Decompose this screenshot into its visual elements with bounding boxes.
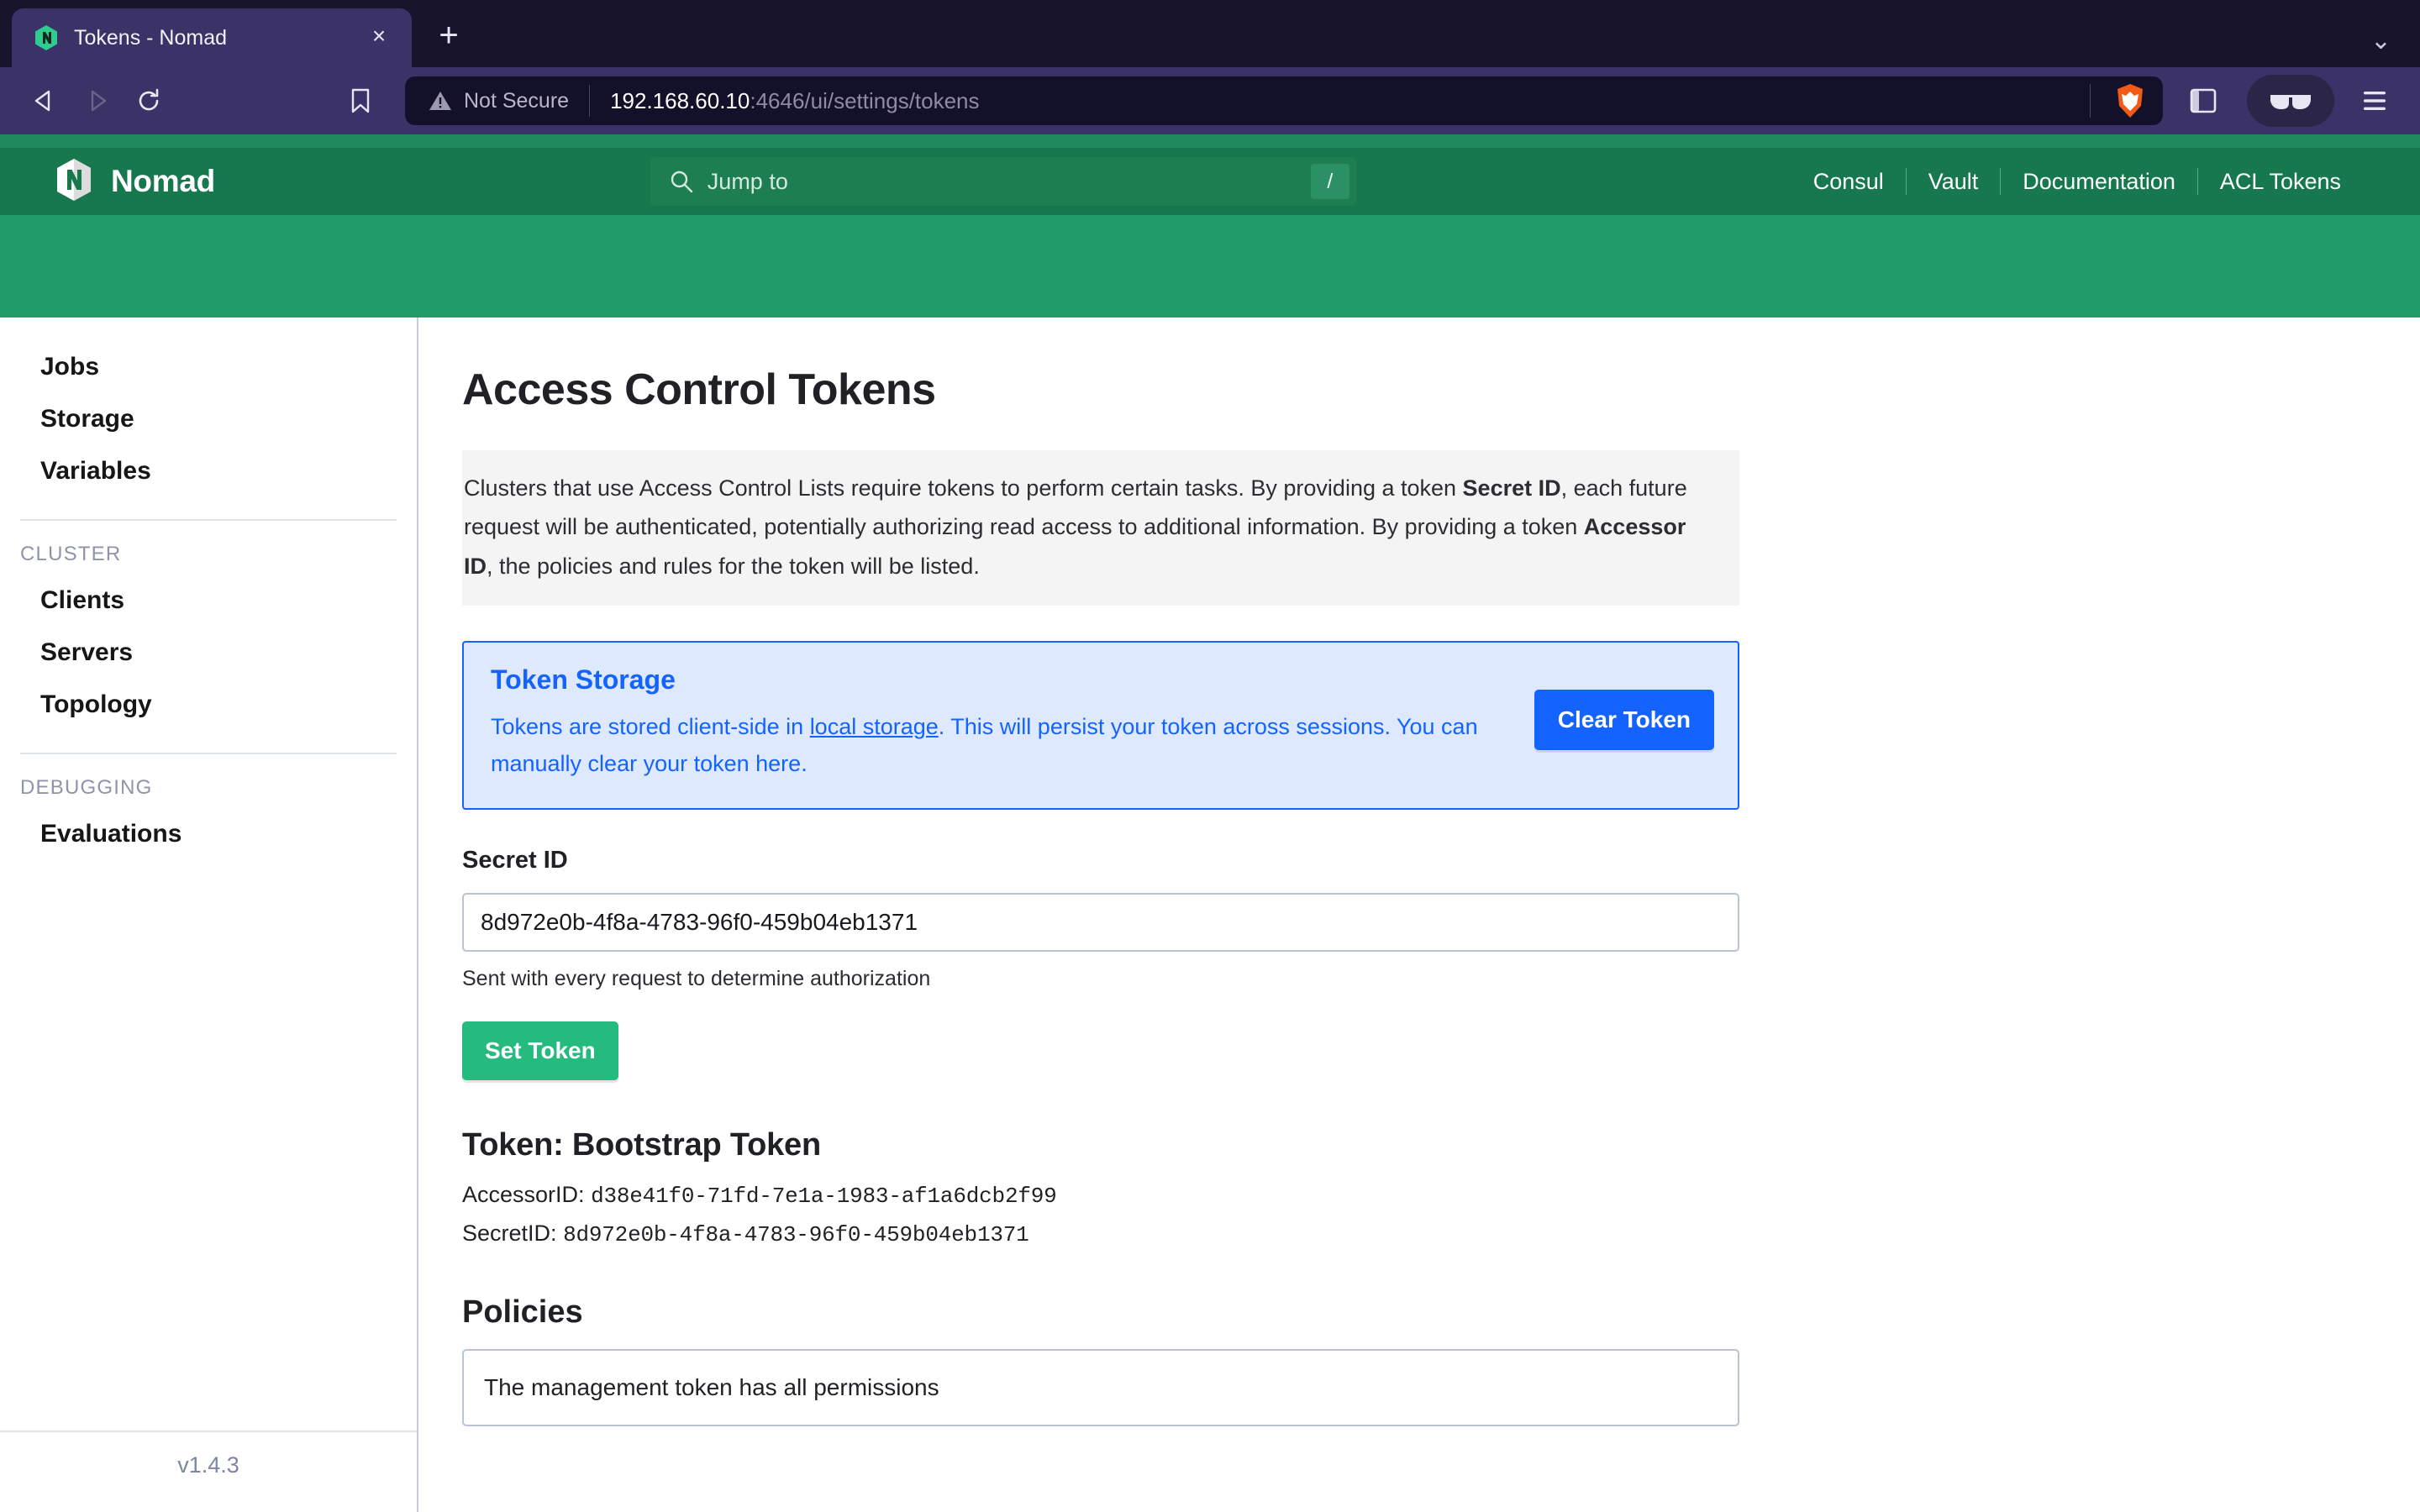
back-button[interactable] <box>18 75 71 127</box>
sidebar-item-jobs[interactable]: Jobs <box>0 341 417 393</box>
set-token-button[interactable]: Set Token <box>462 1021 618 1080</box>
brave-shields-icon[interactable] <box>2109 80 2151 122</box>
sidebar-item-evaluations[interactable]: Evaluations <box>0 808 417 860</box>
token-storage-alert-title: Token Storage <box>491 664 676 696</box>
policies-heading: Policies <box>462 1294 583 1330</box>
sidebar-item-servers[interactable]: Servers <box>0 627 417 679</box>
new-tab-button[interactable]: + <box>425 13 472 60</box>
description-bold-secret-id: Secret ID <box>1462 475 1561 501</box>
browser-window: Tokens - Nomad × + ⌄ Not Secure 192.168.… <box>0 0 2420 1512</box>
nomad-logo-icon <box>34 24 59 51</box>
secret-id-input[interactable] <box>462 892 1739 952</box>
sidebar-footer: v1.4.3 <box>0 1431 417 1512</box>
sidebar: Jobs Storage Variables Cluster Clients S… <box>0 318 418 1512</box>
sidebar-item-storage[interactable]: Storage <box>0 393 417 445</box>
main-content: Access Control Tokens Clusters that use … <box>418 318 2420 1512</box>
secret-id-row-value: 8d972e0b-4f8a-4783-96f0-459b04eb1371 <box>563 1221 1029 1247</box>
warning-triangle-icon <box>429 92 451 110</box>
body-area: Jobs Storage Variables Cluster Clients S… <box>0 318 2420 1512</box>
token-heading: Token: Bootstrap Token <box>462 1126 821 1163</box>
browser-tab-title: Tokens - Nomad <box>74 25 228 50</box>
description-part-1: Clusters that use Access Control Lists r… <box>464 475 1463 501</box>
nomad-primary-navbar: Nomad Jump to / Consul Vault Documentati… <box>0 134 2420 215</box>
jump-to-shortcut-key: / <box>1310 164 1349 199</box>
sidebar-heading-cluster: Cluster <box>20 543 122 565</box>
reload-button[interactable] <box>123 75 175 127</box>
accessor-id-label: AccessorID: <box>462 1181 585 1207</box>
nomad-version-label: v1.4.3 <box>177 1452 239 1478</box>
chevron-down-icon[interactable]: ⌄ <box>2370 29 2391 54</box>
token-storage-alert: Token Storage Tokens are stored client-s… <box>462 641 1739 810</box>
url-right-divider <box>2090 84 2091 118</box>
local-storage-link[interactable]: local storage <box>810 714 939 739</box>
navbar-center: Jump to / <box>215 157 1791 206</box>
main-inner: Access Control Tokens Clusters that use … <box>462 365 1739 1426</box>
nomad-logo-icon <box>55 158 92 206</box>
sidebar-item-variables[interactable]: Variables <box>0 445 417 497</box>
sidebar-nav-list: Jobs Storage Variables Cluster Clients S… <box>0 318 417 1431</box>
policies-body: The management token has all permissions <box>462 1348 1739 1426</box>
navbar-link-documentation[interactable]: Documentation <box>2001 169 2197 195</box>
nomad-brand-label: Nomad <box>111 164 215 198</box>
secret-id-help-text: Sent with every request to determine aut… <box>462 966 931 990</box>
sidebar-item-topology[interactable]: Topology <box>0 679 417 731</box>
bookmark-icon[interactable] <box>334 75 387 127</box>
navbar-link-vault[interactable]: Vault <box>1907 169 2001 195</box>
sidebar-item-clients[interactable]: Clients <box>0 575 417 627</box>
token-storage-alert-text: Tokens are stored client-side in local s… <box>491 709 1514 782</box>
navbar-link-acl-tokens[interactable]: ACL Tokens <box>2198 169 2363 195</box>
security-label: Not Secure <box>464 88 570 113</box>
browser-toolbar: Not Secure 192.168.60.10:4646/ui/setting… <box>0 67 2420 134</box>
secret-id-label: Secret ID <box>462 846 568 874</box>
description-part-3: , the policies and rules for the token w… <box>487 553 980 579</box>
url-text: 192.168.60.10:4646/ui/settings/tokens <box>610 88 2090 114</box>
url-host: 192.168.60.10 <box>610 87 750 113</box>
secret-id-row-label: SecretID: <box>462 1220 557 1246</box>
browser-tab[interactable]: Tokens - Nomad × <box>12 8 412 67</box>
url-divider <box>589 85 591 117</box>
browser-menu-button[interactable] <box>2348 74 2402 128</box>
security-indicator[interactable]: Not Secure <box>429 89 569 113</box>
page-description: Clusters that use Access Control Lists r… <box>462 450 1739 606</box>
jump-to-placeholder: Jump to <box>707 168 788 194</box>
navbar-links: Consul Vault Documentation ACL Tokens <box>1791 168 2363 195</box>
private-window-icon[interactable] <box>2247 75 2334 127</box>
accessor-id-value: d38e41f0-71fd-7e1a-1983-af1a6dcb2f99 <box>591 1183 1057 1209</box>
clear-token-button[interactable]: Clear Token <box>1534 690 1714 751</box>
close-icon[interactable]: × <box>365 24 393 52</box>
page-content: Nomad Jump to / Consul Vault Documentati… <box>0 134 2420 1512</box>
sidebar-heading-debugging: Debugging <box>20 776 153 799</box>
alert-text-before-link: Tokens are stored client-side in <box>491 714 810 740</box>
url-path: :4646/ui/settings/tokens <box>750 87 980 113</box>
navbar-link-consul[interactable]: Consul <box>1791 169 1906 195</box>
sidebar-panel-icon[interactable] <box>2176 74 2230 128</box>
forward-button[interactable] <box>71 75 123 127</box>
nomad-secondary-navbar <box>0 215 2420 318</box>
secret-id-row: SecretID: 8d972e0b-4f8a-4783-96f0-459b04… <box>462 1221 1739 1247</box>
page-title: Access Control Tokens <box>462 365 936 414</box>
browser-tab-strip: Tokens - Nomad × + ⌄ <box>0 0 2420 67</box>
search-icon <box>669 169 694 194</box>
accessor-id-row: AccessorID: d38e41f0-71fd-7e1a-1983-af1a… <box>462 1182 1739 1209</box>
nomad-brand-link[interactable]: Nomad <box>55 158 215 206</box>
url-bar[interactable]: Not Secure 192.168.60.10:4646/ui/setting… <box>405 76 2163 125</box>
jump-to-search[interactable]: Jump to / <box>650 157 1356 206</box>
token-storage-alert-body: Token Storage Tokens are stored client-s… <box>491 664 1514 782</box>
